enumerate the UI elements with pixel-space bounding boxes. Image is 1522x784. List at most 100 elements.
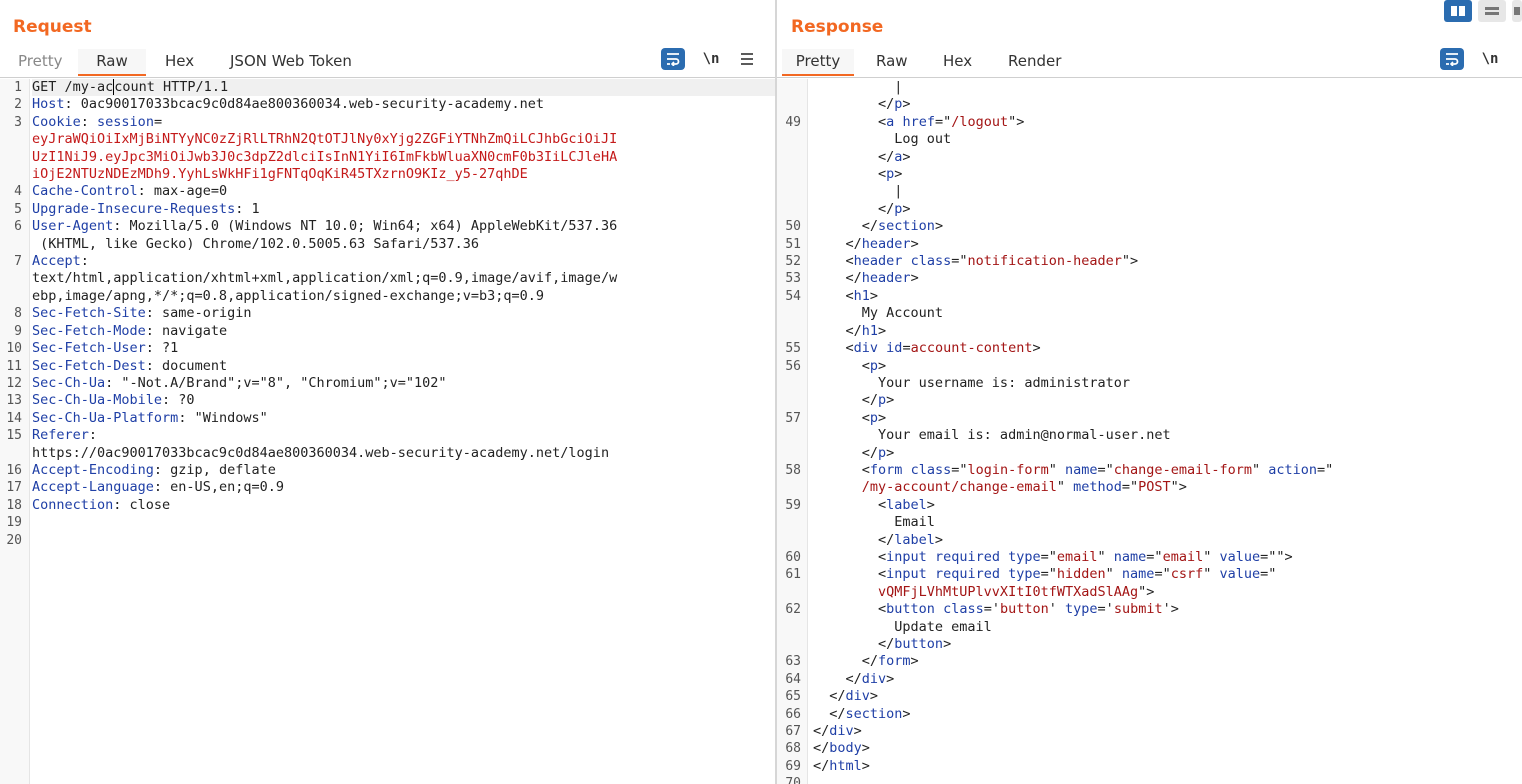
request-code-line[interactable]: 6 User-Agent: Mozilla/5.0 (Windows NT 10.… <box>14 218 775 235</box>
request-code-line[interactable]: 20 <box>6 532 775 549</box>
request-code-line[interactable]: 1 GET /my-account HTTP/1.1 <box>14 79 775 97</box>
response-code-line[interactable]: </h1> <box>813 323 1522 340</box>
response-code-line[interactable]: 63 </form> <box>785 653 1522 670</box>
response-code-line[interactable]: 49 <a href="/logout"> <box>785 114 1522 131</box>
response-tab-raw[interactable]: Raw <box>876 49 908 76</box>
request-code-line[interactable]: 5 Upgrade-Insecure-Requests: 1 <box>14 201 775 218</box>
request-code-line[interactable]: eyJraWQiOiIxMjBiNTYyNC0zZjRlLTRhN2QtOTJl… <box>32 131 775 148</box>
response-tab-pretty[interactable]: Pretty <box>782 49 854 76</box>
response-newline-toggle[interactable]: \n <box>1478 48 1502 70</box>
request-code-line[interactable]: (KHTML, like Gecko) Chrome/102.0.5005.63… <box>32 236 775 253</box>
response-code-line[interactable]: Your username is: administrator <box>813 375 1522 392</box>
line-number: 1 <box>14 80 22 95</box>
code-token: =" <box>1040 548 1057 565</box>
response-code-line[interactable]: 68 </body> <box>785 740 1522 757</box>
response-code-line[interactable]: 58 <form class="login-form" name="change… <box>785 461 1522 479</box>
request-code-line[interactable]: 3 Cookie: session= <box>14 114 775 131</box>
request-newline-toggle[interactable]: \n <box>699 48 723 70</box>
response-code-line[interactable]: /my-account/change-email" method="POST"> <box>813 479 1522 496</box>
response-code-line[interactable]: 65 </div> <box>785 688 1522 705</box>
response-code-line[interactable]: 54 <h1> <box>785 288 1522 305</box>
response-code-line[interactable]: </label> <box>813 532 1522 549</box>
request-code-line[interactable]: 8 Sec-Fetch-Site: same-origin <box>14 305 775 322</box>
code-token: < <box>813 461 870 478</box>
request-code-line[interactable]: 4 Cache-Control: max-age=0 <box>14 183 775 200</box>
response-code-line[interactable]: 62 <button class='button' type='submit'> <box>785 601 1522 618</box>
response-code-line[interactable]: | <box>813 183 1522 200</box>
code-token: =" <box>1154 566 1171 583</box>
code-token: > <box>1032 340 1041 357</box>
response-code-line[interactable]: </p> <box>813 201 1522 218</box>
response-code-line[interactable]: 51 </header> <box>785 236 1522 253</box>
layout-tabs-button[interactable] <box>1512 0 1522 22</box>
request-code-line[interactable]: https://0ac90017033bcac9c0d84ae800360034… <box>32 445 775 462</box>
request-tab-hex[interactable]: Hex <box>165 49 194 76</box>
request-code-line[interactable]: ebp,image/apng,*/*;q=0.8,application/sig… <box>32 288 775 305</box>
response-code-line[interactable]: My Account <box>813 305 1522 322</box>
request-wrap-lines-button[interactable] <box>661 48 685 70</box>
response-code-line[interactable]: Your email is: admin@normal-user.net <box>813 427 1522 444</box>
request-code-line[interactable]: 13 Sec-Ch-Ua-Mobile: ?0 <box>6 392 775 409</box>
response-code-line[interactable]: vQMFjLVhMtUPlvvXItI0tfWTXadSlAAg"> <box>813 584 1522 601</box>
response-code-line[interactable]: 66 </section> <box>785 706 1522 723</box>
request-tab-raw[interactable]: Raw <box>78 49 146 76</box>
response-code-line[interactable]: 69 </html> <box>785 758 1522 775</box>
request-tab-json-web-token[interactable]: JSON Web Token <box>230 49 352 76</box>
response-code-line[interactable]: Email <box>813 514 1522 531</box>
request-editor[interactable]: 1 GET /my-account HTTP/1.1 2 Host: 0ac90017… <box>0 79 775 784</box>
code-token: Sec-Fetch-User <box>32 340 146 357</box>
response-code-line[interactable]: Log out <box>813 131 1522 148</box>
request-code-line[interactable]: 15 Referer: <box>6 427 775 444</box>
line-text: Referer: <box>32 427 97 443</box>
request-code-line[interactable]: text/html,application/xhtml+xml,applicat… <box>32 270 775 287</box>
request-code-line[interactable]: 10 Sec-Fetch-User: ?1 <box>6 340 775 357</box>
response-code-line[interactable]: </p> <box>813 445 1522 462</box>
response-code-line[interactable]: 60 <input required type="email" name="em… <box>785 548 1522 566</box>
layout-side-by-side-button[interactable] <box>1444 0 1472 22</box>
response-code-line[interactable]: </p> <box>813 392 1522 409</box>
response-code-line[interactable]: 52 <header class="notification-header"> <box>785 253 1522 270</box>
request-code-line[interactable]: 19 <box>6 514 775 531</box>
response-code-line[interactable]: 55 <div id=account-content> <box>785 340 1522 357</box>
request-code-line[interactable]: 18 Connection: close <box>6 497 775 514</box>
response-code-line[interactable]: 56 <p> <box>785 357 1522 375</box>
response-code-line[interactable]: <p> <box>813 166 1522 183</box>
response-code-line[interactable]: 64 </div> <box>785 671 1522 688</box>
code-token: (KHTML, like Gecko) Chrome/102.0.5005.63… <box>32 235 480 252</box>
response-code-line[interactable]: </a> <box>813 149 1522 166</box>
request-menu-button[interactable] <box>735 48 759 70</box>
request-code-line[interactable]: 12 Sec-Ch-Ua: "-Not.A/Brand";v="8", "Chro… <box>6 375 775 392</box>
request-code[interactable]: 1 GET /my-account HTTP/1.1 2 Host: 0ac90017… <box>6 79 775 784</box>
response-code-line[interactable]: Update email <box>813 619 1522 636</box>
response-code-line[interactable]: </p> <box>813 96 1522 113</box>
response-code-line[interactable]: 59 <label> <box>785 497 1522 514</box>
response-code-line[interactable]: 61 <input required type="hidden" name="c… <box>785 566 1522 583</box>
response-editor[interactable]: | </p> 49 <a href="/logout"> Log out </a>… <box>777 79 1522 784</box>
response-code[interactable]: | </p> 49 <a href="/logout"> Log out </a>… <box>785 79 1522 784</box>
response-code-line[interactable]: 57 <p> <box>785 410 1522 427</box>
response-code-line[interactable]: 50 </section> <box>785 218 1522 235</box>
code-token: : document <box>145 357 228 374</box>
code-token: Sec-Ch-Ua-Mobile <box>32 392 163 409</box>
request-tab-pretty[interactable]: Pretty <box>18 49 63 76</box>
response-tab-render[interactable]: Render <box>1008 49 1061 76</box>
response-code-line[interactable]: 70 <box>785 775 1522 784</box>
response-code-line[interactable]: 67 </div> <box>785 723 1522 740</box>
request-code-line[interactable]: 9 Sec-Fetch-Mode: navigate <box>14 323 775 340</box>
response-code-line[interactable]: 53 </header> <box>785 270 1522 287</box>
response-wrap-lines-button[interactable] <box>1440 48 1464 70</box>
request-code-line[interactable]: 17 Accept-Language: en-US,en;q=0.9 <box>6 479 775 496</box>
request-code-line[interactable]: UzI1NiJ9.eyJpc3MiOiJwb3J0c3dpZ2dlciIsInN… <box>32 149 775 166</box>
response-code-line[interactable]: </button> <box>813 636 1522 653</box>
request-code-line[interactable]: 16 Accept-Encoding: gzip, deflate <box>6 462 775 479</box>
request-code-line[interactable]: 14 Sec-Ch-Ua-Platform: "Windows" <box>6 410 775 427</box>
request-code-line[interactable]: 2 Host: 0ac90017033bcac9c0d84ae800360034.… <box>14 96 775 113</box>
request-code-line[interactable]: 11 Sec-Fetch-Dest: document <box>6 357 775 375</box>
response-code-line[interactable]: | <box>813 79 1522 96</box>
layout-top-bottom-button[interactable] <box>1478 0 1506 22</box>
request-code-line[interactable]: iOjE2NTUzNDEzMDh9.YyhLsWkHFi1gFNTqOqKiR4… <box>32 166 775 183</box>
code-token: < <box>813 357 870 374</box>
code-token: header <box>861 270 911 287</box>
response-tab-hex[interactable]: Hex <box>943 49 972 76</box>
request-code-line[interactable]: 7 Accept: <box>14 253 775 270</box>
